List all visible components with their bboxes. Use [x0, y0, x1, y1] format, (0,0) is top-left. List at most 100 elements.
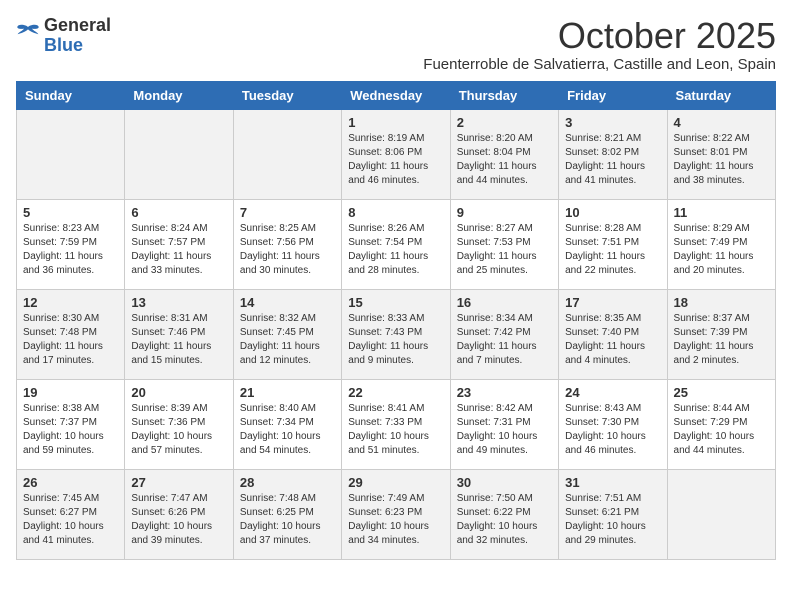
- table-row: 5Sunrise: 8:23 AM Sunset: 7:59 PM Daylig…: [17, 199, 125, 289]
- title-block: October 2025 Fuenterroble de Salvatierra…: [423, 16, 776, 73]
- table-row: 30 Sunrise: 7:50 AM Sunset: 6:22 PM Dayli…: [450, 469, 558, 559]
- day-info: Sunrise: 8:22 AM Sunset: 8:01 PM Dayligh…: [674, 132, 769, 188]
- col-thursday: Thursday: [450, 81, 558, 109]
- day-number: 23: [457, 385, 552, 400]
- day-info: Sunrise: 8:21 AM Sunset: 8:02 PM Dayligh…: [565, 132, 660, 188]
- table-row: 7 Sunrise: 8:25 AM Sunset: 7:56 PM Daylig…: [233, 199, 341, 289]
- day-info: Sunrise: 7:50 AM Sunset: 6:22 PM Dayligh…: [457, 492, 552, 548]
- day-number: 6: [131, 205, 226, 220]
- day-info: Sunrise: 7:51 AM Sunset: 6:21 PM Dayligh…: [565, 492, 660, 548]
- day-number: 31: [565, 475, 660, 490]
- day-info: Sunrise: 8:26 AM Sunset: 7:54 PM Dayligh…: [348, 222, 443, 278]
- day-number: 5: [23, 205, 118, 220]
- table-row: 17 Sunrise: 8:35 AM Sunset: 7:40 PM Dayli…: [559, 289, 667, 379]
- col-wednesday: Wednesday: [342, 81, 450, 109]
- day-number: 22: [348, 385, 443, 400]
- table-row: 29Sunrise: 7:49 AM Sunset: 6:23 PM Dayli…: [342, 469, 450, 559]
- page-header: General Blue October 2025 Fuenterroble d…: [16, 16, 776, 73]
- table-row: 11Sunrise: 8:29 AM Sunset: 7:49 PM Dayli…: [667, 199, 775, 289]
- calendar-week-row: 12 Sunrise: 8:30 AM Sunset: 7:48 PM Dayli…: [17, 289, 776, 379]
- day-info: Sunrise: 8:19 AM Sunset: 8:06 PM Dayligh…: [348, 132, 443, 188]
- day-number: 16: [457, 295, 552, 310]
- table-row: 18 Sunrise: 8:37 AM Sunset: 7:39 PM Dayli…: [667, 289, 775, 379]
- table-row: [233, 109, 341, 199]
- calendar-week-row: 5Sunrise: 8:23 AM Sunset: 7:59 PM Daylig…: [17, 199, 776, 289]
- table-row: [17, 109, 125, 199]
- col-tuesday: Tuesday: [233, 81, 341, 109]
- day-info: Sunrise: 8:27 AM Sunset: 7:53 PM Dayligh…: [457, 222, 552, 278]
- table-row: 2Sunrise: 8:20 AM Sunset: 8:04 PM Daylig…: [450, 109, 558, 199]
- day-number: 25: [674, 385, 769, 400]
- day-info: Sunrise: 7:49 AM Sunset: 6:23 PM Dayligh…: [348, 492, 443, 548]
- day-number: 30: [457, 475, 552, 490]
- day-info: Sunrise: 8:37 AM Sunset: 7:39 PM Dayligh…: [674, 312, 769, 368]
- table-row: 10 Sunrise: 8:28 AM Sunset: 7:51 PM Dayli…: [559, 199, 667, 289]
- day-number: 19: [23, 385, 118, 400]
- day-info: Sunrise: 7:45 AM Sunset: 6:27 PM Dayligh…: [23, 492, 118, 548]
- day-number: 13: [131, 295, 226, 310]
- calendar-week-row: 19 Sunrise: 8:38 AM Sunset: 7:37 PM Dayli…: [17, 379, 776, 469]
- table-row: 13 Sunrise: 8:31 AM Sunset: 7:46 PM Dayli…: [125, 289, 233, 379]
- table-row: 24Sunrise: 8:43 AM Sunset: 7:30 PM Dayli…: [559, 379, 667, 469]
- day-info: Sunrise: 8:25 AM Sunset: 7:56 PM Dayligh…: [240, 222, 335, 278]
- day-number: 28: [240, 475, 335, 490]
- day-info: Sunrise: 8:34 AM Sunset: 7:42 PM Dayligh…: [457, 312, 552, 368]
- day-number: 17: [565, 295, 660, 310]
- table-row: 16 Sunrise: 8:34 AM Sunset: 7:42 PM Dayli…: [450, 289, 558, 379]
- logo-bird-icon: [16, 23, 40, 43]
- day-info: Sunrise: 8:41 AM Sunset: 7:33 PM Dayligh…: [348, 402, 443, 458]
- table-row: 14 Sunrise: 8:32 AM Sunset: 7:45 PM Dayli…: [233, 289, 341, 379]
- table-row: 9 Sunrise: 8:27 AM Sunset: 7:53 PM Daylig…: [450, 199, 558, 289]
- table-row: 26 Sunrise: 7:45 AM Sunset: 6:27 PM Dayli…: [17, 469, 125, 559]
- calendar-week-row: 1 Sunrise: 8:19 AM Sunset: 8:06 PM Daylig…: [17, 109, 776, 199]
- col-monday: Monday: [125, 81, 233, 109]
- day-number: 21: [240, 385, 335, 400]
- day-info: Sunrise: 8:40 AM Sunset: 7:34 PM Dayligh…: [240, 402, 335, 458]
- table-row: 12 Sunrise: 8:30 AM Sunset: 7:48 PM Dayli…: [17, 289, 125, 379]
- day-number: 4: [674, 115, 769, 130]
- day-info: Sunrise: 8:35 AM Sunset: 7:40 PM Dayligh…: [565, 312, 660, 368]
- table-row: 8 Sunrise: 8:26 AM Sunset: 7:54 PM Daylig…: [342, 199, 450, 289]
- table-row: 31 Sunrise: 7:51 AM Sunset: 6:21 PM Dayli…: [559, 469, 667, 559]
- day-number: 8: [348, 205, 443, 220]
- day-info: Sunrise: 8:38 AM Sunset: 7:37 PM Dayligh…: [23, 402, 118, 458]
- day-info: Sunrise: 8:31 AM Sunset: 7:46 PM Dayligh…: [131, 312, 226, 368]
- day-number: 10: [565, 205, 660, 220]
- table-row: 1 Sunrise: 8:19 AM Sunset: 8:06 PM Daylig…: [342, 109, 450, 199]
- day-number: 18: [674, 295, 769, 310]
- table-row: 20Sunrise: 8:39 AM Sunset: 7:36 PM Dayli…: [125, 379, 233, 469]
- day-info: Sunrise: 8:44 AM Sunset: 7:29 PM Dayligh…: [674, 402, 769, 458]
- day-info: Sunrise: 8:32 AM Sunset: 7:45 PM Dayligh…: [240, 312, 335, 368]
- table-row: 22 Sunrise: 8:41 AM Sunset: 7:33 PM Dayli…: [342, 379, 450, 469]
- month-title: October 2025: [423, 16, 776, 56]
- day-info: Sunrise: 8:28 AM Sunset: 7:51 PM Dayligh…: [565, 222, 660, 278]
- table-row: 28 Sunrise: 7:48 AM Sunset: 6:25 PM Dayli…: [233, 469, 341, 559]
- day-info: Sunrise: 8:24 AM Sunset: 7:57 PM Dayligh…: [131, 222, 226, 278]
- day-number: 26: [23, 475, 118, 490]
- day-number: 3: [565, 115, 660, 130]
- table-row: 3 Sunrise: 8:21 AM Sunset: 8:02 PM Daylig…: [559, 109, 667, 199]
- logo-blue: Blue: [44, 36, 111, 56]
- col-sunday: Sunday: [17, 81, 125, 109]
- day-info: Sunrise: 8:33 AM Sunset: 7:43 PM Dayligh…: [348, 312, 443, 368]
- table-row: 25 Sunrise: 8:44 AM Sunset: 7:29 PM Dayli…: [667, 379, 775, 469]
- day-number: 7: [240, 205, 335, 220]
- day-number: 9: [457, 205, 552, 220]
- day-info: Sunrise: 8:20 AM Sunset: 8:04 PM Dayligh…: [457, 132, 552, 188]
- table-row: 15 Sunrise: 8:33 AM Sunset: 7:43 PM Dayli…: [342, 289, 450, 379]
- logo-general: General: [44, 16, 111, 36]
- table-row: 19 Sunrise: 8:38 AM Sunset: 7:37 PM Dayli…: [17, 379, 125, 469]
- day-info: Sunrise: 8:30 AM Sunset: 7:48 PM Dayligh…: [23, 312, 118, 368]
- day-info: Sunrise: 8:42 AM Sunset: 7:31 PM Dayligh…: [457, 402, 552, 458]
- day-number: 12: [23, 295, 118, 310]
- table-row: 23 Sunrise: 8:42 AM Sunset: 7:31 PM Dayli…: [450, 379, 558, 469]
- day-number: 14: [240, 295, 335, 310]
- table-row: 21 Sunrise: 8:40 AM Sunset: 7:34 PM Dayli…: [233, 379, 341, 469]
- day-info: Sunrise: 7:47 AM Sunset: 6:26 PM Dayligh…: [131, 492, 226, 548]
- day-number: 15: [348, 295, 443, 310]
- day-number: 1: [348, 115, 443, 130]
- calendar-header-row: Sunday Monday Tuesday Wednesday Thursday…: [17, 81, 776, 109]
- day-info: Sunrise: 7:48 AM Sunset: 6:25 PM Dayligh…: [240, 492, 335, 548]
- table-row: 4 Sunrise: 8:22 AM Sunset: 8:01 PM Daylig…: [667, 109, 775, 199]
- day-number: 24: [565, 385, 660, 400]
